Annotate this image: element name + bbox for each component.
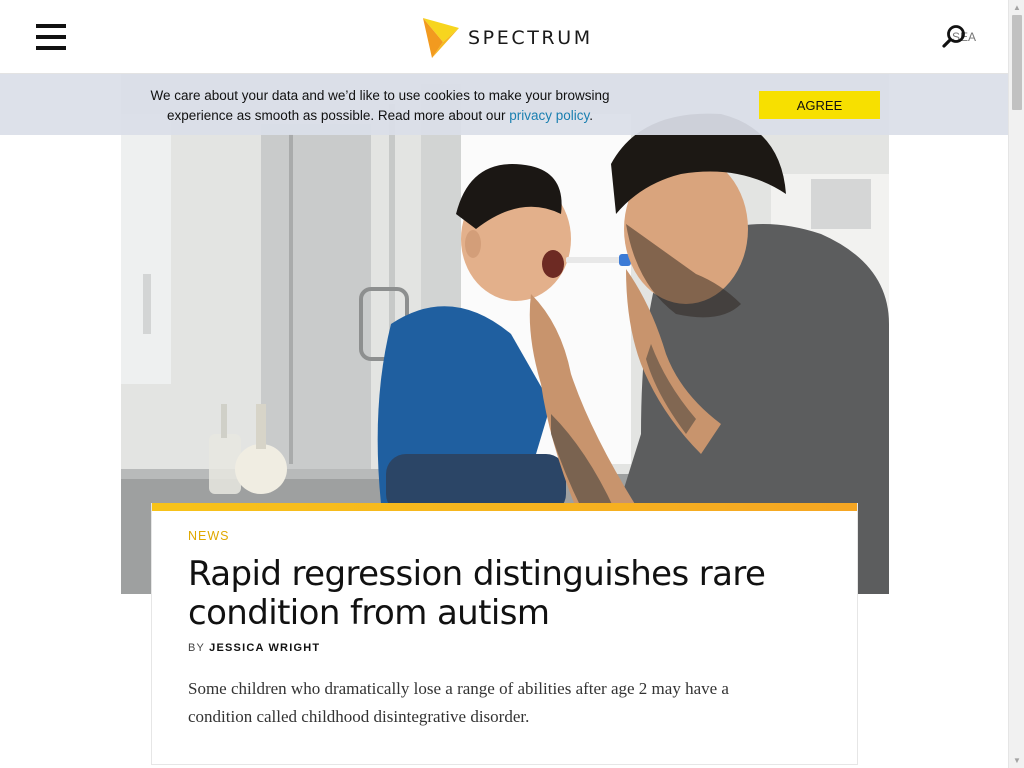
search-box[interactable] (940, 24, 980, 52)
scroll-up-arrow-icon[interactable]: ▲ (1009, 0, 1024, 15)
byline-prefix: BY (188, 642, 205, 654)
author-link[interactable]: JESSICA WRIGHT (209, 642, 320, 654)
cookie-banner: We care about your data and we’d like to… (0, 74, 1008, 135)
scroll-down-arrow-icon[interactable]: ▼ (1009, 753, 1024, 768)
site-header: SPECTRUM (0, 0, 1008, 74)
article-summary: Some children who dramatically lose a ra… (188, 679, 729, 726)
privacy-policy-link[interactable]: privacy policy (509, 108, 589, 123)
page-scrollbar[interactable]: ▲ ▼ (1008, 0, 1024, 768)
cookie-message-end: . (589, 108, 593, 123)
article-title: Rapid regression distinguishes rare cond… (188, 554, 766, 633)
cookie-message: We care about your data and we’d like to… (130, 86, 630, 126)
brand-name: SPECTRUM (468, 27, 593, 49)
spectrum-logo-mark (423, 18, 459, 58)
scrollbar-thumb[interactable] (1012, 15, 1022, 110)
article-card: NEWS Rapid regression distinguishes rare… (151, 503, 858, 765)
hamburger-menu-icon[interactable] (36, 24, 66, 50)
byline: BY JESSICA WRIGHT (188, 642, 320, 654)
agree-button[interactable]: AGREE (759, 91, 880, 119)
category-label[interactable]: NEWS (188, 529, 230, 543)
brand-logo[interactable]: SPECTRUM (422, 18, 593, 58)
card-accent-bar (152, 503, 857, 511)
search-icon[interactable] (942, 24, 966, 48)
